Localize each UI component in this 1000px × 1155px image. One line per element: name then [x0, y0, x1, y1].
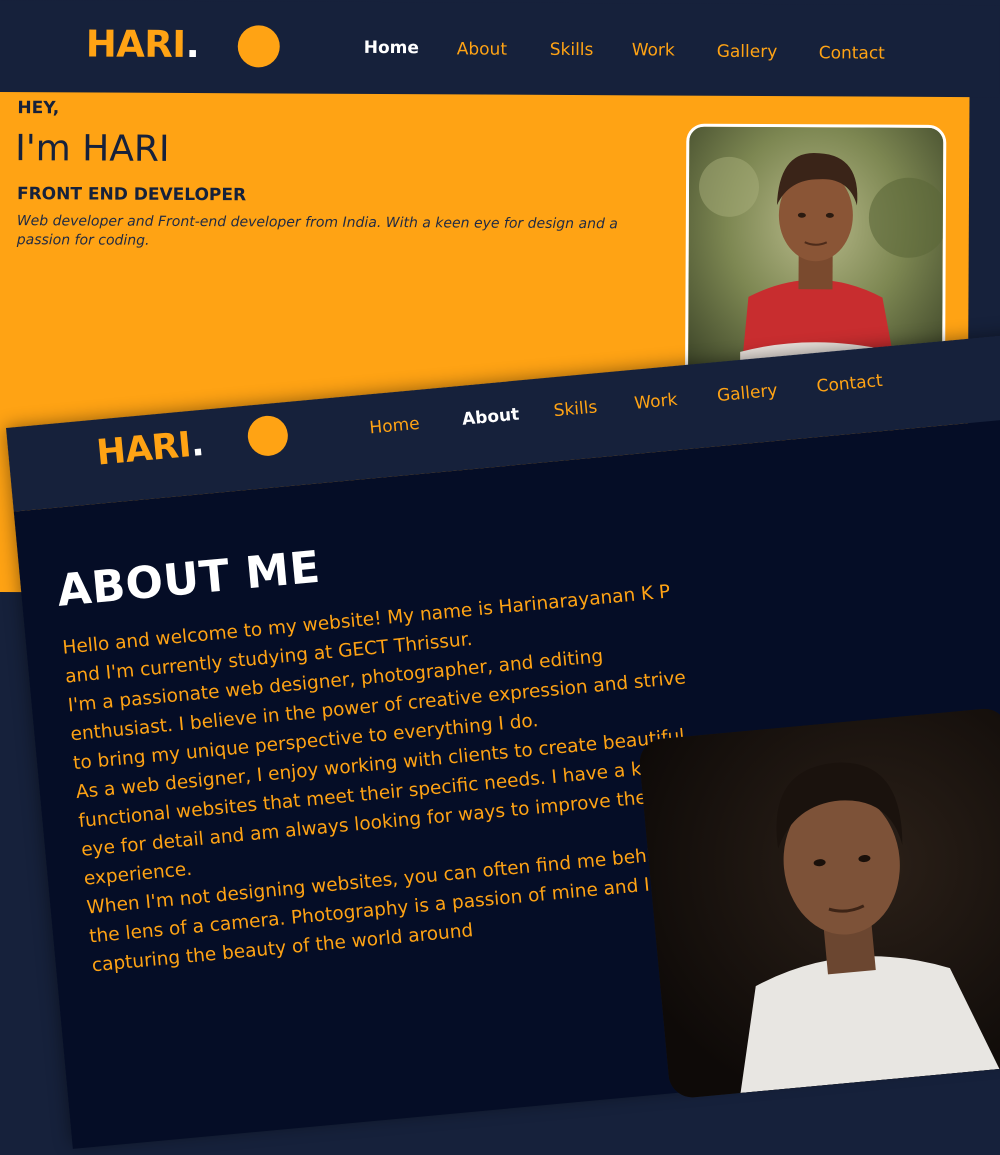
about-heading: ABOUT ME [54, 541, 323, 617]
portrait-white-tshirt-illustration [637, 706, 1000, 1100]
theme-toggle-circle[interactable] [237, 25, 280, 68]
nav-link-about[interactable]: About [461, 405, 520, 430]
home-nav-links: Home About Skills Work Gallery Contact [0, 0, 1000, 64]
nav-link-contact[interactable]: Contact [819, 43, 885, 63]
nav-link-contact[interactable]: Contact [816, 371, 884, 397]
nav-link-work[interactable]: Work [634, 390, 679, 414]
hero-description: Web developer and Front-end developer fr… [16, 213, 618, 249]
nav-link-gallery[interactable]: Gallery [717, 42, 778, 62]
about-text: Hello and welcome to my website! My name… [61, 576, 712, 980]
site-logo[interactable]: HARI. [95, 424, 205, 474]
nav-link-work[interactable]: Work [632, 40, 675, 60]
about-portrait-photo [637, 706, 1000, 1100]
nav-link-skills[interactable]: Skills [553, 397, 598, 421]
home-navbar: HARI. Home About Skills Work Gallery Con… [0, 0, 1000, 98]
theme-toggle-circle[interactable] [246, 414, 290, 458]
nav-link-home[interactable]: Home [364, 38, 419, 58]
hero-role: FRONT END DEVELOPER [16, 184, 247, 206]
about-section: ABOUT ME Hello and welcome to my website… [13, 412, 1000, 1149]
nav-link-about[interactable]: About [457, 39, 507, 59]
nav-link-home[interactable]: Home [369, 414, 421, 439]
site-logo[interactable]: HARI. [86, 22, 200, 66]
hero-title: I'm HARI [15, 128, 170, 170]
about-page-screenshot: HARI. Home About Skills Work Gallery Con… [6, 329, 1000, 1149]
hero-greeting: HEY, [17, 98, 60, 119]
nav-link-skills[interactable]: Skills [550, 40, 594, 60]
nav-link-gallery[interactable]: Gallery [716, 381, 778, 407]
